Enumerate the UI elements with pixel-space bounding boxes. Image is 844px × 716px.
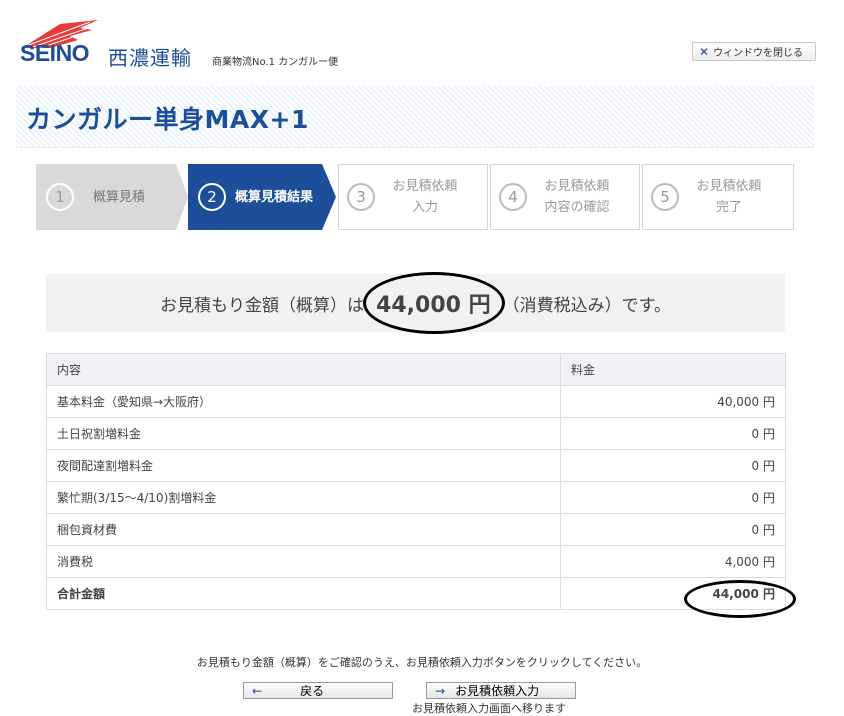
company-name: 西濃運輸 [108,46,192,70]
table-row: 梱包資材費 0 円 [46,513,786,546]
total-label: 合計金額 [46,577,561,610]
step-3: 3 お見積依頼 入力 [338,164,488,230]
summary-suffix: （消費税込み）です。 [502,295,671,316]
page-banner: カンガルー単身MAX+1 [16,86,814,148]
row-item: 繁忙期(3/15〜4/10)割増料金 [46,481,561,514]
row-item: 消費税 [46,545,561,578]
step-4: 4 お見積依頼 内容の確認 [490,164,640,230]
row-price: 0 円 [560,449,786,482]
close-window-label: ウィンドウを閉じる [713,48,804,59]
step-label-line1: お見積依頼 [544,179,610,194]
column-header-price: 料金 [560,353,786,386]
row-price: 0 円 [560,481,786,514]
back-button-label: 戻る [300,684,325,698]
step-number: 1 [46,183,74,211]
step-number: 3 [347,183,375,211]
step-label-line2: 完了 [715,200,742,215]
header: SEINO 西濃運輸 商業物流No.1 カンガルー便 ✕ ウィンドウを閉じる [0,0,844,84]
step-1: 1 概算見積 [36,164,176,230]
close-window-button[interactable]: ✕ ウィンドウを閉じる [692,42,816,61]
highlight-ellipse [684,580,796,618]
step-2: 2 概算見積結果 [188,164,322,230]
arrow-left-icon: ← [252,683,263,698]
summary-prefix: お見積もり金額（概算）は [160,295,365,316]
table-row: 土日祝割増料金 0 円 [46,417,786,450]
progress-steps: 1 概算見積 2 概算見積結果 3 お見積依頼 入力 4 お見積依頼 内容の確認… [36,164,794,230]
estimate-request-button-label: お見積依頼入力 [455,684,540,698]
row-item: 土日祝割増料金 [46,417,561,450]
step-label: お見積依頼 内容の確認 [527,176,627,218]
step-label: お見積依頼 入力 [375,176,475,218]
logo-text: SEINO [20,40,90,66]
table-row: 夜間配達割増料金 0 円 [46,449,786,482]
table-row: 消費税 4,000 円 [46,545,786,578]
row-item: 基本料金（愛知県→大阪府） [46,385,561,418]
close-icon: ✕ [699,44,710,59]
step-number: 5 [651,183,679,211]
tagline: 商業物流No.1 カンガルー便 [212,57,339,68]
instruction-note: お見積もり金額（概算）をご確認のうえ、お見積依頼入力ボタンをクリックしてください… [196,656,648,669]
row-item: 梱包資材費 [46,513,561,546]
step-label: 概算見積結果 [234,189,313,205]
table-header-row: 内容 料金 [46,353,786,386]
step-5: 5 お見積依頼 完了 [642,164,794,230]
table-row: 繁忙期(3/15〜4/10)割増料金 0 円 [46,481,786,514]
page-title: カンガルー単身MAX+1 [26,105,309,134]
row-item: 夜間配達割増料金 [46,449,561,482]
step-label: お見積依頼 完了 [679,176,779,218]
step-number: 4 [499,183,527,211]
step-label-line2: 入力 [411,200,438,215]
row-price: 0 円 [560,513,786,546]
step-label-line1: お見積依頼 [696,179,762,194]
arrow-right-icon: → [435,683,446,698]
button-subnote: お見積依頼入力画面へ移ります [412,702,566,715]
table-row: 基本料金（愛知県→大阪府） 40,000 円 [46,385,786,418]
highlight-ellipse [363,272,505,334]
total-row: 合計金額 44,000 円 [46,577,786,610]
step-label: 概算見積 [92,189,145,205]
back-button[interactable]: ← 戻る [243,682,393,699]
row-price: 4,000 円 [560,545,786,578]
row-price: 0 円 [560,417,786,450]
estimate-request-button[interactable]: → お見積依頼入力 [426,682,576,699]
step-arrow [322,164,336,230]
row-price: 40,000 円 [560,385,786,418]
step-arrow [176,164,188,230]
step-number: 2 [198,183,226,211]
step-label-line1: お見積依頼 [392,179,458,194]
step-label-line2: 内容の確認 [544,200,610,215]
fee-table: 内容 料金 基本料金（愛知県→大阪府） 40,000 円 土日祝割増料金 0 円… [46,353,786,610]
column-header-item: 内容 [46,353,561,386]
